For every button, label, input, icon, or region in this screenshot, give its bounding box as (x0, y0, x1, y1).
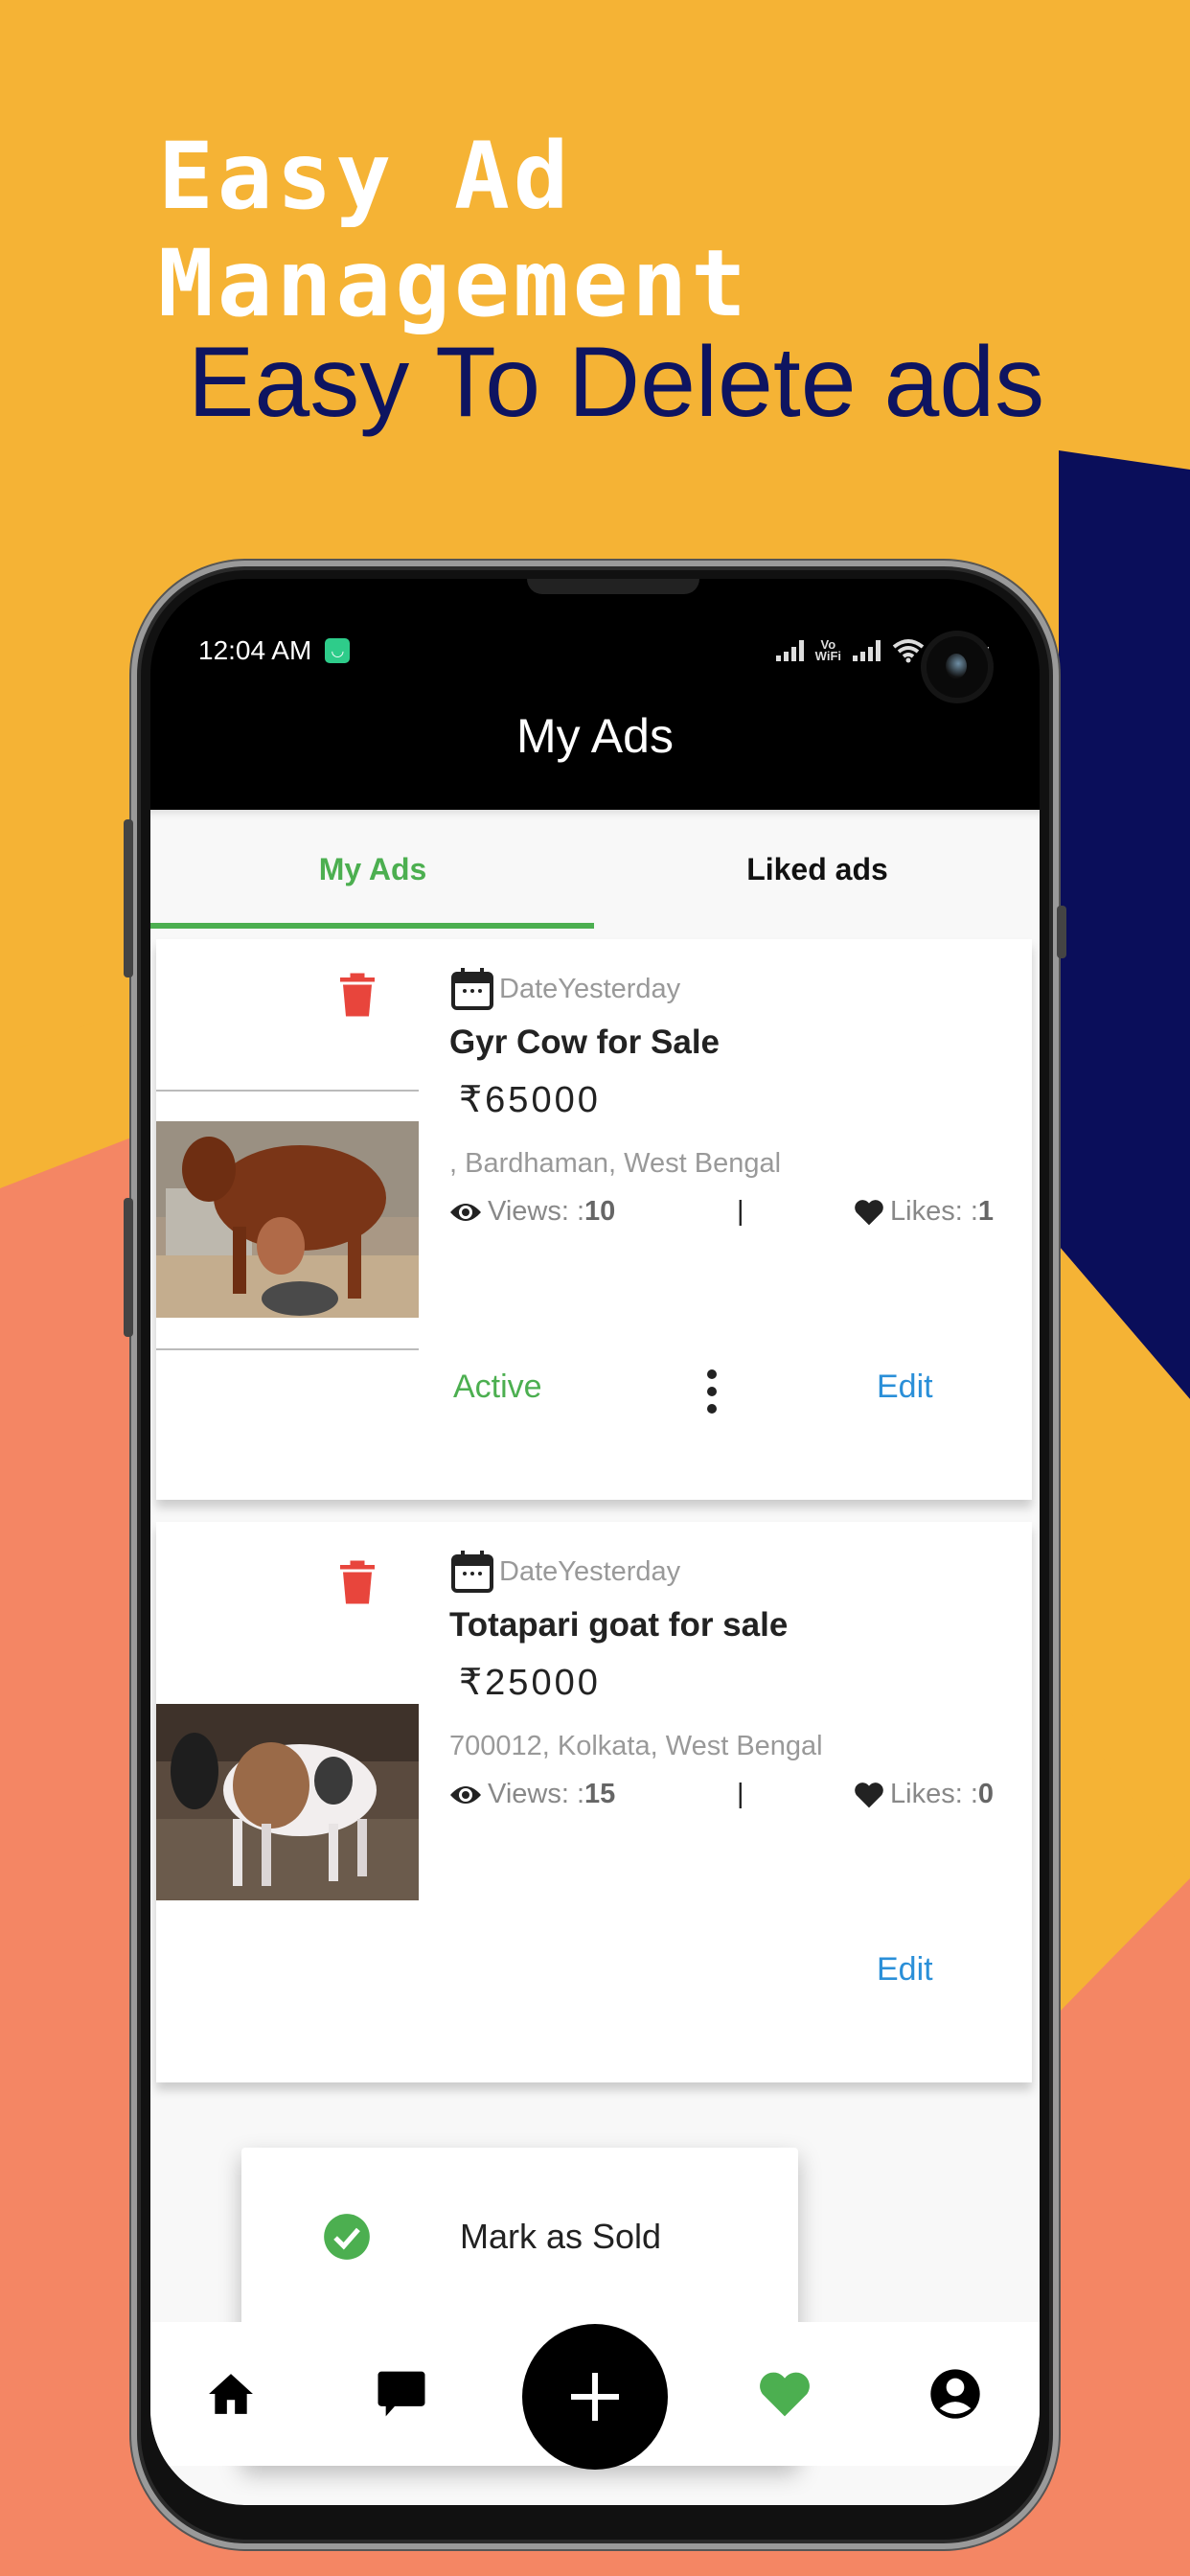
calendar-icon (451, 968, 493, 1010)
bottom-navigation (150, 2322, 1040, 2470)
ad-location: 700012, Kolkata, West Bengal (449, 1731, 823, 1761)
content-area: My Ads Liked ads DateYesterday Gyr Cow f… (150, 810, 1040, 2505)
cow-photo[interactable] (156, 1121, 419, 1318)
likes-label: Likes: : (890, 1196, 978, 1227)
menu-item-mark-as-sold[interactable]: Mark as Sold (241, 2174, 798, 2299)
phone-side-button (124, 1198, 133, 1337)
nav-account[interactable] (927, 2365, 984, 2423)
heart-icon (855, 1199, 883, 1225)
ad-location: , Bardhaman, West Bengal (449, 1148, 782, 1179)
promo-title: Easy Ad Management (158, 123, 750, 337)
nav-chat[interactable] (373, 2365, 430, 2423)
views-label: Views: : (488, 1779, 585, 1809)
more-vert-icon[interactable] (702, 1368, 721, 1415)
signal-icon-2 (853, 640, 881, 661)
ad-date: DateYesterday (449, 966, 680, 1012)
views-label: Views: : (488, 1196, 585, 1227)
mi-app-icon: ◡ (325, 638, 351, 663)
likes-count: 0 (977, 1779, 995, 1809)
calendar-icon (451, 1551, 493, 1593)
ad-views: Views: : 10 (449, 1196, 615, 1228)
views-count: 10 (584, 1196, 616, 1227)
eye-icon (450, 1203, 481, 1221)
ad-status: Active (453, 1368, 542, 1405)
ad-price: ₹65000 (459, 1080, 601, 1120)
ad-price: ₹25000 (459, 1663, 601, 1703)
phone-side-button (1057, 906, 1066, 958)
tab-bar: My Ads Liked ads (150, 810, 1040, 929)
signal-icon (775, 640, 804, 661)
vowifi-icon: Vo WiFi (814, 638, 841, 663)
menu-item-label: Mark as Sold (460, 2217, 662, 2256)
edit-button[interactable]: Edit (877, 1368, 933, 1406)
front-camera (927, 636, 988, 698)
nav-favorites[interactable] (756, 2365, 813, 2423)
speaker-notch (527, 579, 699, 594)
tab-liked-ads[interactable]: Liked ads (595, 810, 1040, 929)
eye-icon (450, 1785, 481, 1804)
status-time: 12:04 AM (198, 635, 312, 665)
views-count: 15 (584, 1779, 616, 1809)
vowifi-label-bottom: WiFi (814, 649, 841, 663)
ad-date-text: DateYesterday (499, 1555, 681, 1587)
nav-home[interactable] (202, 2365, 260, 2423)
ad-date-text: DateYesterday (499, 973, 681, 1004)
ad-views: Views: : 15 (449, 1779, 615, 1810)
ad-card[interactable]: DateYesterday Totapari goat for sale ₹25… (156, 1522, 1032, 2082)
likes-label: Likes: : (890, 1779, 978, 1809)
ad-title[interactable]: Gyr Cow for Sale (449, 1024, 720, 1062)
heart-icon (855, 1782, 883, 1807)
check-circle-icon (324, 2214, 370, 2260)
wifi-icon (892, 639, 925, 663)
ad-likes: Likes: : 1 (854, 1196, 994, 1228)
app-bar-title: My Ads (516, 709, 674, 763)
heart-icon (760, 2372, 810, 2417)
add-icon (571, 2373, 619, 2421)
ad-stats: Views: : 10 | Likes: : 1 (449, 1196, 1024, 1234)
ad-card[interactable]: DateYesterday Gyr Cow for Sale ₹65000 , … (156, 939, 1032, 1500)
stats-separator: | (737, 1779, 744, 1809)
phone-screen: 12:04 AM ◡ Vo WiFi My Ads My Ads Liked a… (150, 579, 1040, 2505)
ad-title[interactable]: Totapari goat for sale (449, 1606, 788, 1644)
chat-icon (378, 2371, 425, 2417)
edit-button[interactable]: Edit (877, 1951, 933, 1989)
status-bar: 12:04 AM ◡ Vo WiFi (198, 627, 989, 675)
ad-likes: Likes: : 0 (854, 1779, 994, 1810)
add-ad-button[interactable] (522, 2324, 668, 2470)
likes-count: 1 (977, 1196, 995, 1227)
tab-indicator (150, 923, 594, 929)
stats-separator: | (737, 1196, 744, 1227)
account-icon (930, 2369, 980, 2419)
goat-photo[interactable] (156, 1704, 419, 1900)
promo-subtitle: Easy To Delete ads (188, 327, 1045, 438)
tab-my-ads[interactable]: My Ads (150, 810, 595, 929)
ad-stats: Views: : 15 | Likes: : 0 (449, 1779, 1024, 1817)
home-icon (209, 2374, 253, 2414)
ad-date: DateYesterday (449, 1549, 680, 1595)
delete-icon[interactable] (340, 973, 375, 1017)
delete-icon[interactable] (340, 1560, 375, 1604)
phone-side-button (124, 819, 133, 978)
